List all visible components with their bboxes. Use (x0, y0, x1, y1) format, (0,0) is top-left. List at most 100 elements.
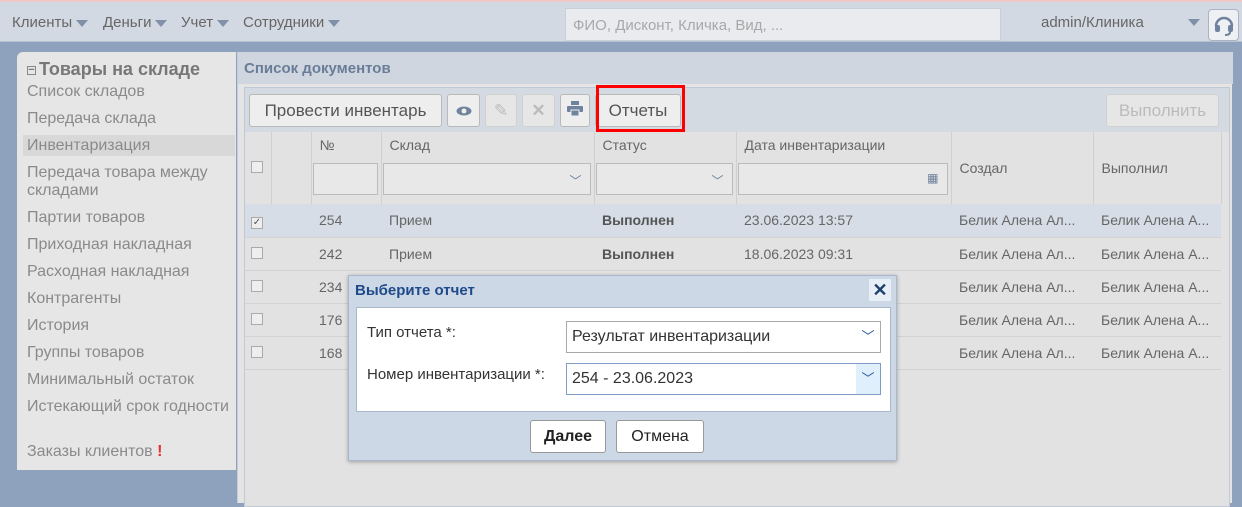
cell-executed: Белик Алена А... (1093, 204, 1221, 238)
column-label: Склад (389, 137, 431, 153)
sidebar-title[interactable]: − Товары на складе (27, 59, 200, 80)
cell-warehouse: Прием (381, 204, 594, 238)
sidebar-item-contractors[interactable]: Контрагенты (23, 290, 235, 308)
sidebar-item-warehouses[interactable]: Список складов (23, 83, 235, 101)
sidebar-item-min-stock[interactable]: Минимальный остаток (23, 371, 235, 389)
panel-title: Список документов (238, 52, 1233, 84)
cell-executed: Белик Алена А... (1093, 270, 1221, 304)
caret-down-icon (155, 19, 168, 27)
close-icon: ✕ (531, 100, 546, 120)
menu-accounting[interactable]: Учет (181, 14, 230, 31)
sidebar-item-expiring[interactable]: Истекающий срок годности (23, 398, 235, 416)
edit-button[interactable]: ✎ (485, 94, 517, 127)
sidebar-item-groups[interactable]: Группы товаров (23, 344, 235, 362)
cell-executed: Белик Алена А... (1093, 237, 1221, 271)
cell-date: 18.06.2023 09:31 (736, 237, 951, 271)
sidebar-item-label: Заказы клиентов (27, 443, 153, 460)
cell-created: Белик Алена Ал... (951, 303, 1093, 337)
report-type-label: Тип отчета *: (367, 324, 456, 341)
row-checkbox[interactable] (251, 279, 263, 292)
eye-icon (456, 101, 472, 121)
cell-created: Белик Алена Ал... (951, 270, 1093, 304)
sidebar-item-batches[interactable]: Партии товаров (23, 209, 235, 227)
column-number[interactable]: № (311, 132, 382, 204)
row-checkbox[interactable]: ✓ (251, 216, 263, 229)
caret-down-icon (328, 19, 341, 27)
menu-label: Сотрудники (243, 14, 325, 31)
inventory-number-select[interactable]: 254 - 23.06.2023 ﹀ (566, 363, 881, 395)
cell-status: Выполнен (594, 204, 736, 238)
top-bar: Клиенты Деньги Учет Сотрудники ФИО, Диск… (0, 0, 1242, 42)
cell-date: 23.06.2023 13:57 (736, 204, 951, 238)
conduct-inventory-button[interactable]: Провести инвентарь (249, 94, 442, 127)
user-menu[interactable]: admin/Клиника (1041, 14, 1144, 31)
column-created[interactable]: Создал (951, 132, 1094, 204)
column-executed[interactable]: Выполнил (1093, 132, 1222, 204)
cell-executed: Белик Алена А... (1093, 303, 1221, 337)
sidebar-item-receipt[interactable]: Приходная накладная (23, 236, 235, 254)
menu-money[interactable]: Деньги (103, 14, 168, 31)
sidebar-item-expense[interactable]: Расходная накладная (23, 263, 235, 281)
sidebar-item-orders[interactable]: Заказы клиентов ! (23, 443, 235, 461)
inventory-number-label: Номер инвентаризации *: (367, 366, 545, 383)
report-type-select[interactable]: Результат инвентаризации ﹀ (566, 321, 881, 353)
sidebar-item-goods-transfer[interactable]: Передача товара между складами (23, 164, 235, 200)
column-label: Дата инвентаризации (744, 137, 886, 153)
caret-down-icon (217, 19, 230, 27)
select-value: 254 - 23.06.2023 (572, 370, 693, 387)
select-report-dialog: Выберите отчет ✕ Тип отчета *: Результат… (348, 275, 897, 461)
column-status[interactable]: Статус ﹀ (594, 132, 737, 204)
chevron-down-icon: ﹀ (861, 329, 875, 344)
table-row[interactable]: ✓ 254 Прием Выполнен 23.06.2023 13:57 Белик А… (245, 204, 1221, 238)
row-checkbox[interactable] (251, 246, 263, 259)
row-checkbox[interactable] (251, 312, 263, 325)
pencil-icon: ✎ (493, 100, 509, 120)
cell-status: Выполнен (594, 237, 736, 271)
status-filter-select[interactable]: ﹀ (595, 163, 733, 195)
select-all-checkbox[interactable] (251, 161, 263, 173)
support-headset-icon[interactable] (1208, 9, 1239, 41)
next-button[interactable]: Далее (530, 420, 606, 453)
column-label: Статус (602, 137, 647, 153)
cancel-button[interactable]: Отмена (616, 420, 704, 453)
caret-down-icon[interactable] (1188, 19, 1200, 26)
sidebar-item-history[interactable]: История (23, 317, 235, 335)
date-filter-input[interactable]: ▦ (737, 163, 948, 195)
sidebar-item-warehouse-transfer[interactable]: Передача склада (23, 110, 235, 128)
print-button[interactable] (560, 94, 590, 127)
calendar-icon[interactable]: ▦ (927, 171, 938, 185)
menu-label: Учет (181, 14, 214, 31)
cell-warehouse: Прием (381, 237, 594, 271)
cell-number: 254 (311, 204, 381, 238)
chevron-down-icon: ﹀ (711, 174, 724, 188)
printer-icon (567, 100, 583, 121)
sidebar: − Товары на складе Список складов Передач… (17, 52, 236, 470)
column-label: № (319, 137, 335, 153)
execute-button[interactable]: Выполнить (1106, 94, 1219, 127)
menu-label: Клиенты (12, 14, 73, 31)
column-warehouse[interactable]: Склад ﹀ (381, 132, 595, 204)
cell-executed: Белик Алена А... (1093, 336, 1221, 370)
close-icon[interactable]: ✕ (869, 279, 891, 301)
highlight-box (596, 85, 685, 132)
view-button[interactable] (447, 94, 480, 127)
chevron-down-icon: ﹀ (856, 364, 880, 394)
column-blank (271, 132, 312, 204)
sidebar-item-inventory[interactable]: Инвентаризация (23, 135, 235, 156)
cell-created: Белик Алена Ал... (951, 336, 1093, 370)
search-input[interactable]: ФИО, Дисконт, Кличка, Вид, ... (565, 8, 1001, 41)
collapse-icon: − (27, 63, 36, 76)
delete-button[interactable]: ✕ (522, 94, 555, 127)
menu-clients[interactable]: Клиенты (12, 14, 89, 31)
menu-employees[interactable]: Сотрудники (243, 14, 341, 31)
table-row[interactable]: 242 Прием Выполнен 18.06.2023 09:31 Белик Ал… (245, 237, 1221, 271)
number-filter-input[interactable] (312, 163, 378, 195)
alert-icon: ! (157, 443, 163, 460)
sidebar-title-text: Товары на складе (39, 59, 201, 79)
column-date[interactable]: Дата инвентаризации ▦ (736, 132, 952, 204)
dialog-title: Выберите отчет (355, 282, 475, 299)
warehouse-filter-select[interactable]: ﹀ (382, 163, 591, 195)
row-checkbox[interactable] (251, 345, 263, 358)
caret-down-icon (76, 19, 89, 27)
chevron-down-icon: ﹀ (569, 174, 582, 188)
